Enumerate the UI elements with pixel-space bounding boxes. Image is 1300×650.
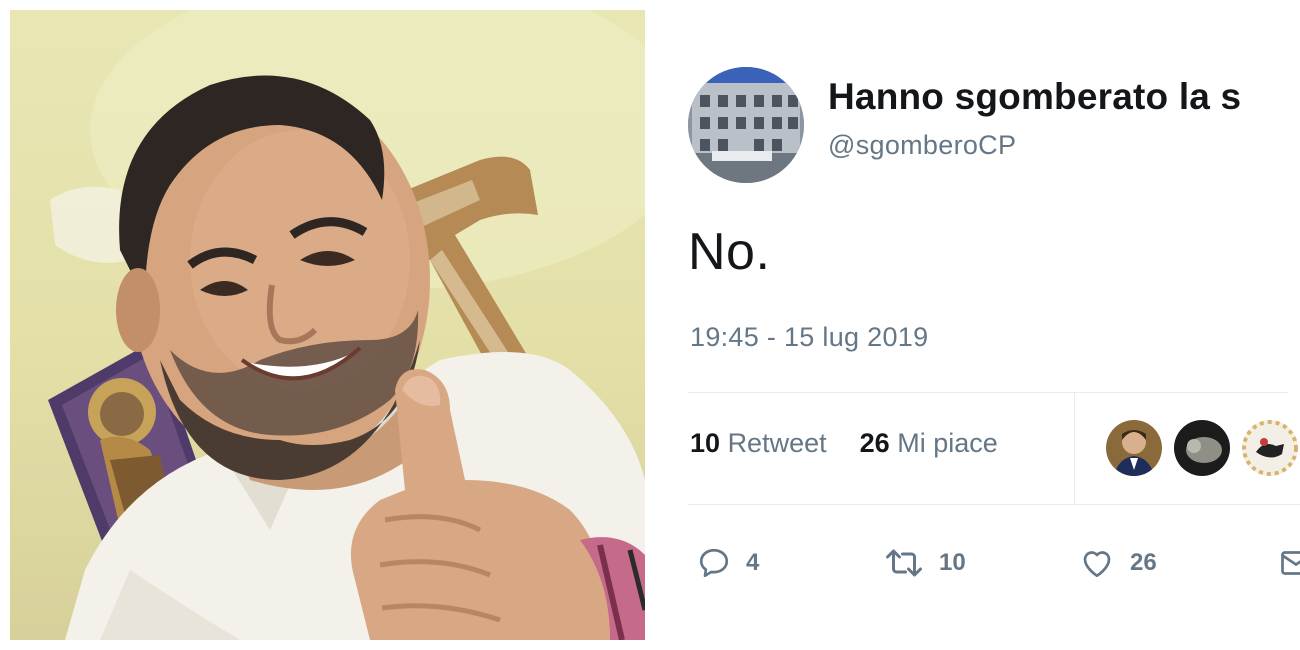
man-in-suit-avatar-icon (1106, 420, 1162, 476)
tweet-text: No. (688, 223, 771, 281)
like-count: 26 (1130, 549, 1157, 576)
reply-count: 4 (746, 549, 760, 576)
liker-avatar[interactable] (1174, 420, 1230, 476)
cartoon-avatar-icon (1242, 420, 1298, 476)
retweet-icon (886, 549, 922, 577)
building-avatar-image (688, 67, 804, 183)
direct-message-button[interactable] (1278, 538, 1300, 588)
liker-avatar[interactable] (1106, 420, 1162, 476)
likes-label[interactable]: Mi piace (897, 428, 998, 458)
tweet-card: Hanno sgomberato la s @sgomberoCP No. 19… (660, 0, 1300, 650)
reply-button[interactable]: 4 (696, 538, 759, 588)
retweet-count: 10 (939, 549, 966, 576)
liker-avatar[interactable] (1242, 420, 1298, 476)
heart-icon (1083, 551, 1111, 578)
divider-top (688, 392, 1288, 393)
selfie-photo (10, 10, 645, 640)
retweet-button[interactable]: 10 (883, 538, 966, 588)
reply-icon (699, 548, 729, 578)
photo-illustration (48, 10, 645, 640)
retweets-count[interactable]: 10 (690, 428, 720, 458)
tweet-actions: 4 10 26 (688, 538, 1300, 588)
tweet-stats: 10 Retweet 26 Mi piace (690, 428, 998, 459)
user-handle[interactable]: @sgomberoCP (828, 130, 1016, 161)
retweets-label[interactable]: Retweet (728, 428, 827, 458)
animal-photo-avatar-icon (1174, 420, 1230, 476)
profile-avatar[interactable] (688, 67, 804, 183)
like-button[interactable]: 26 (1078, 538, 1157, 588)
tweet-timestamp[interactable]: 19:45 - 15 lug 2019 (690, 322, 928, 353)
display-name[interactable]: Hanno sgomberato la s (828, 76, 1241, 118)
likes-count[interactable]: 26 (860, 428, 890, 458)
envelope-icon (1281, 551, 1300, 575)
stats-separator (1074, 392, 1075, 504)
divider-bottom (688, 504, 1300, 505)
